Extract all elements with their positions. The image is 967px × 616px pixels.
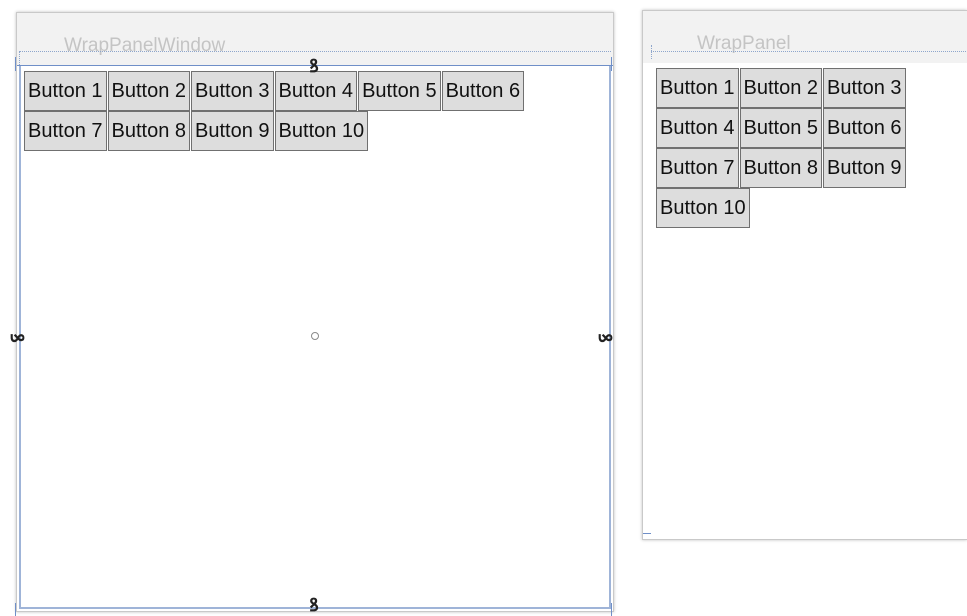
guide-line-top	[651, 51, 967, 52]
wrap-button-7[interactable]: Button 7	[24, 111, 107, 151]
wrap-button-4[interactable]: Button 4	[656, 108, 739, 148]
guide-line-top	[19, 51, 611, 52]
bottom-left-tick	[643, 533, 651, 534]
wrap-panel-content[interactable]: Button 1 Button 2 Button 3 Button 4 Butt…	[645, 63, 967, 537]
wrap-button-5[interactable]: Button 5	[739, 108, 823, 148]
top-left-tick	[15, 57, 16, 71]
wrap-button-3[interactable]: Button 3	[191, 71, 274, 111]
wrap-button-7[interactable]: Button 7	[656, 148, 739, 188]
wrap-panel-window-left[interactable]: WrapPanelWindow Button 1 Button 2 Button…	[6, 12, 615, 616]
wrap-button-1[interactable]: Button 1	[656, 68, 739, 108]
wrap-button-9[interactable]: Button 9	[191, 111, 274, 151]
designer-surface: WrapPanelWindow Button 1 Button 2 Button…	[0, 0, 967, 616]
wrap-button-9[interactable]: Button 9	[823, 148, 906, 188]
wrap-button-5[interactable]: Button 5	[358, 71, 441, 111]
wrap-panel-content[interactable]: Button 1 Button 2 Button 3 Button 4 Butt…	[19, 65, 611, 609]
anchor-bottom-icon[interactable]: ꝸ	[305, 597, 323, 615]
window-title: WrapPanelWindow	[64, 35, 226, 56]
wrap-button-10[interactable]: Button 10	[656, 188, 750, 228]
top-right-tick	[611, 57, 612, 71]
wrap-button-6[interactable]: Button 6	[441, 71, 525, 111]
anchor-left-icon[interactable]: ꝸ	[6, 329, 27, 347]
wrap-button-2[interactable]: Button 2	[739, 68, 823, 108]
anchor-right-icon[interactable]: ꝸ	[594, 329, 615, 347]
wrap-panel-window-right[interactable]: WrapPanel Button 1 Button 2 Button 3 But…	[642, 10, 967, 540]
anchor-top-icon[interactable]: ꝸ	[305, 58, 323, 76]
wrap-panel: Button 1 Button 2 Button 3 Button 4 Butt…	[24, 71, 534, 151]
center-handle[interactable]	[311, 332, 319, 340]
wrap-button-3[interactable]: Button 3	[823, 68, 906, 108]
title-bar: WrapPanel	[643, 11, 967, 63]
wrap-button-1[interactable]: Button 1	[24, 71, 107, 111]
guide-line-left	[19, 51, 20, 65]
wrap-button-10[interactable]: Button 10	[274, 111, 369, 151]
bottom-right-tick	[611, 603, 612, 616]
guide-line-left	[651, 45, 652, 59]
wrap-button-2[interactable]: Button 2	[107, 71, 191, 111]
wrap-button-8[interactable]: Button 8	[107, 111, 191, 151]
wrap-button-4[interactable]: Button 4	[274, 71, 358, 111]
bottom-left-tick	[15, 603, 16, 616]
wrap-panel: Button 1 Button 2 Button 3 Button 4 Butt…	[656, 68, 953, 228]
wrap-button-8[interactable]: Button 8	[739, 148, 823, 188]
wrap-button-6[interactable]: Button 6	[823, 108, 906, 148]
